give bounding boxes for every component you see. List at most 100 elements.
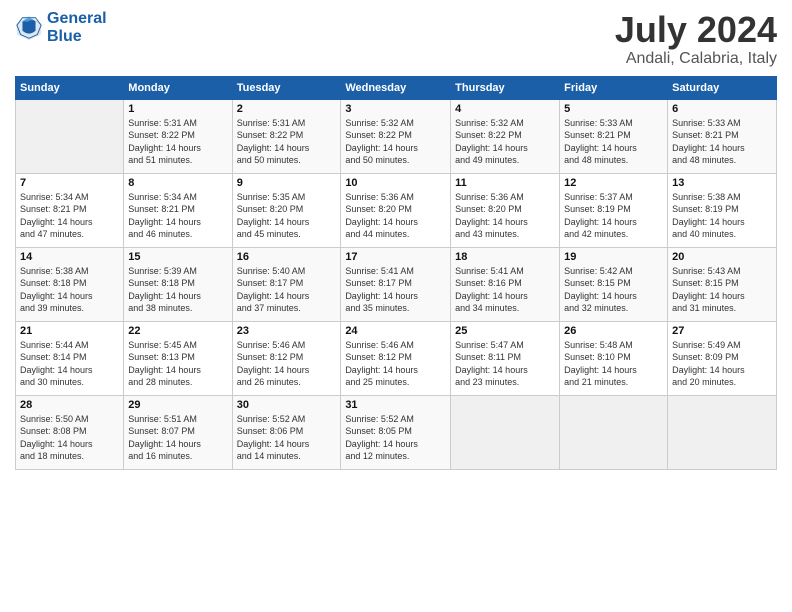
calendar-body: 1 Sunrise: 5:31 AM Sunset: 8:22 PM Daylig…	[16, 99, 777, 469]
day-info: Sunrise: 5:36 AM Sunset: 8:20 PM Dayligh…	[345, 191, 446, 241]
day-info: Sunrise: 5:48 AM Sunset: 8:10 PM Dayligh…	[564, 339, 663, 389]
day-info: Sunrise: 5:52 AM Sunset: 8:06 PM Dayligh…	[237, 413, 337, 463]
logo: General Blue	[15, 10, 107, 45]
day-info: Sunrise: 5:32 AM Sunset: 8:22 PM Dayligh…	[345, 117, 446, 167]
day-info: Sunrise: 5:33 AM Sunset: 8:21 PM Dayligh…	[564, 117, 663, 167]
day-cell: 7Sunrise: 5:34 AM Sunset: 8:21 PM Daylig…	[16, 173, 124, 247]
day-number: 11	[455, 177, 555, 189]
col-sunday: Sunday	[16, 76, 124, 99]
col-thursday: Thursday	[451, 76, 560, 99]
day-cell: 1 Sunrise: 5:31 AM Sunset: 8:22 PM Daylig…	[124, 99, 232, 173]
day-info: Sunrise: 5:34 AM Sunset: 8:21 PM Dayligh…	[128, 191, 227, 241]
day-number: 1	[128, 103, 227, 115]
day-info: Sunrise: 5:31 AM Sunset: 8:22 PM Dayligh…	[237, 117, 337, 167]
day-cell: 28 Sunrise: 5:50 AM Sunset: 8:08 PM Dayli…	[16, 395, 124, 469]
day-info: Sunrise: 5:35 AM Sunset: 8:20 PM Dayligh…	[237, 191, 337, 241]
main-title: July 2024	[615, 10, 777, 50]
col-wednesday: Wednesday	[341, 76, 451, 99]
day-info: Sunrise: 5:45 AM Sunset: 8:13 PM Dayligh…	[128, 339, 227, 389]
day-cell	[560, 395, 668, 469]
day-info: Sunrise: 5:50 AM Sunset: 8:08 PM Dayligh…	[20, 413, 119, 463]
day-cell	[668, 395, 777, 469]
week-row-4: 21 Sunrise: 5:44 AM Sunset: 8:14 PM Dayli…	[16, 321, 777, 395]
day-number: 21	[20, 325, 119, 337]
day-info: Sunrise: 5:44 AM Sunset: 8:14 PM Dayligh…	[20, 339, 119, 389]
day-number: 18	[455, 251, 555, 263]
day-number: 17	[345, 251, 446, 263]
day-cell: 22Sunrise: 5:45 AM Sunset: 8:13 PM Dayli…	[124, 321, 232, 395]
day-cell: 15 Sunrise: 5:39 AM Sunset: 8:18 PM Dayli…	[124, 247, 232, 321]
day-cell: 10 Sunrise: 5:36 AM Sunset: 8:20 PM Dayli…	[341, 173, 451, 247]
day-info: Sunrise: 5:37 AM Sunset: 8:19 PM Dayligh…	[564, 191, 663, 241]
col-saturday: Saturday	[668, 76, 777, 99]
day-cell: 30 Sunrise: 5:52 AM Sunset: 8:06 PM Dayli…	[232, 395, 341, 469]
day-cell: 9Sunrise: 5:35 AM Sunset: 8:20 PM Daylig…	[232, 173, 341, 247]
day-cell: 3 Sunrise: 5:32 AM Sunset: 8:22 PM Daylig…	[341, 99, 451, 173]
day-info: Sunrise: 5:46 AM Sunset: 8:12 PM Dayligh…	[345, 339, 446, 389]
day-cell: 20 Sunrise: 5:43 AM Sunset: 8:15 PM Dayli…	[668, 247, 777, 321]
day-number: 25	[455, 325, 555, 337]
day-cell: 2 Sunrise: 5:31 AM Sunset: 8:22 PM Daylig…	[232, 99, 341, 173]
day-number: 5	[564, 103, 663, 115]
week-row-2: 7Sunrise: 5:34 AM Sunset: 8:21 PM Daylig…	[16, 173, 777, 247]
day-cell: 5 Sunrise: 5:33 AM Sunset: 8:21 PM Daylig…	[560, 99, 668, 173]
day-number: 30	[237, 399, 337, 411]
day-number: 10	[345, 177, 446, 189]
day-info: Sunrise: 5:51 AM Sunset: 8:07 PM Dayligh…	[128, 413, 227, 463]
week-row-5: 28 Sunrise: 5:50 AM Sunset: 8:08 PM Dayli…	[16, 395, 777, 469]
week-row-3: 14 Sunrise: 5:38 AM Sunset: 8:18 PM Dayli…	[16, 247, 777, 321]
title-block: July 2024 Andali, Calabria, Italy	[615, 10, 777, 68]
day-info: Sunrise: 5:46 AM Sunset: 8:12 PM Dayligh…	[237, 339, 337, 389]
day-cell: 29 Sunrise: 5:51 AM Sunset: 8:07 PM Dayli…	[124, 395, 232, 469]
day-cell: 17 Sunrise: 5:41 AM Sunset: 8:17 PM Dayli…	[341, 247, 451, 321]
day-number: 6	[672, 103, 772, 115]
subtitle: Andali, Calabria, Italy	[615, 50, 777, 68]
day-info: Sunrise: 5:47 AM Sunset: 8:11 PM Dayligh…	[455, 339, 555, 389]
day-number: 28	[20, 399, 119, 411]
day-number: 4	[455, 103, 555, 115]
day-cell: 21 Sunrise: 5:44 AM Sunset: 8:14 PM Dayli…	[16, 321, 124, 395]
day-info: Sunrise: 5:41 AM Sunset: 8:16 PM Dayligh…	[455, 265, 555, 315]
day-number: 24	[345, 325, 446, 337]
day-number: 14	[20, 251, 119, 263]
day-cell: 12 Sunrise: 5:37 AM Sunset: 8:19 PM Dayli…	[560, 173, 668, 247]
day-number: 12	[564, 177, 663, 189]
day-info: Sunrise: 5:43 AM Sunset: 8:15 PM Dayligh…	[672, 265, 772, 315]
day-cell: 18 Sunrise: 5:41 AM Sunset: 8:16 PM Dayli…	[451, 247, 560, 321]
day-info: Sunrise: 5:31 AM Sunset: 8:22 PM Dayligh…	[128, 117, 227, 167]
day-cell: 14 Sunrise: 5:38 AM Sunset: 8:18 PM Dayli…	[16, 247, 124, 321]
header: General Blue July 2024 Andali, Calabria,…	[15, 10, 777, 68]
day-number: 3	[345, 103, 446, 115]
day-number: 23	[237, 325, 337, 337]
day-number: 16	[237, 251, 337, 263]
day-number: 26	[564, 325, 663, 337]
day-info: Sunrise: 5:33 AM Sunset: 8:21 PM Dayligh…	[672, 117, 772, 167]
day-cell: 31Sunrise: 5:52 AM Sunset: 8:05 PM Dayli…	[341, 395, 451, 469]
day-cell: 19Sunrise: 5:42 AM Sunset: 8:15 PM Dayli…	[560, 247, 668, 321]
day-info: Sunrise: 5:49 AM Sunset: 8:09 PM Dayligh…	[672, 339, 772, 389]
day-number: 27	[672, 325, 772, 337]
day-info: Sunrise: 5:41 AM Sunset: 8:17 PM Dayligh…	[345, 265, 446, 315]
week-row-1: 1 Sunrise: 5:31 AM Sunset: 8:22 PM Daylig…	[16, 99, 777, 173]
day-cell: 6 Sunrise: 5:33 AM Sunset: 8:21 PM Daylig…	[668, 99, 777, 173]
day-number: 15	[128, 251, 227, 263]
day-cell: 11Sunrise: 5:36 AM Sunset: 8:20 PM Dayli…	[451, 173, 560, 247]
day-info: Sunrise: 5:42 AM Sunset: 8:15 PM Dayligh…	[564, 265, 663, 315]
day-cell: 27 Sunrise: 5:49 AM Sunset: 8:09 PM Dayli…	[668, 321, 777, 395]
day-cell: 16 Sunrise: 5:40 AM Sunset: 8:17 PM Dayli…	[232, 247, 341, 321]
day-number: 20	[672, 251, 772, 263]
header-row: Sunday Monday Tuesday Wednesday Thursday…	[16, 76, 777, 99]
day-info: Sunrise: 5:38 AM Sunset: 8:18 PM Dayligh…	[20, 265, 119, 315]
day-info: Sunrise: 5:40 AM Sunset: 8:17 PM Dayligh…	[237, 265, 337, 315]
day-cell	[16, 99, 124, 173]
col-friday: Friday	[560, 76, 668, 99]
day-number: 2	[237, 103, 337, 115]
page: General Blue July 2024 Andali, Calabria,…	[0, 0, 792, 612]
day-number: 29	[128, 399, 227, 411]
day-cell: 8Sunrise: 5:34 AM Sunset: 8:21 PM Daylig…	[124, 173, 232, 247]
day-info: Sunrise: 5:32 AM Sunset: 8:22 PM Dayligh…	[455, 117, 555, 167]
day-number: 13	[672, 177, 772, 189]
day-info: Sunrise: 5:39 AM Sunset: 8:18 PM Dayligh…	[128, 265, 227, 315]
day-info: Sunrise: 5:34 AM Sunset: 8:21 PM Dayligh…	[20, 191, 119, 241]
calendar-table: Sunday Monday Tuesday Wednesday Thursday…	[15, 76, 777, 470]
